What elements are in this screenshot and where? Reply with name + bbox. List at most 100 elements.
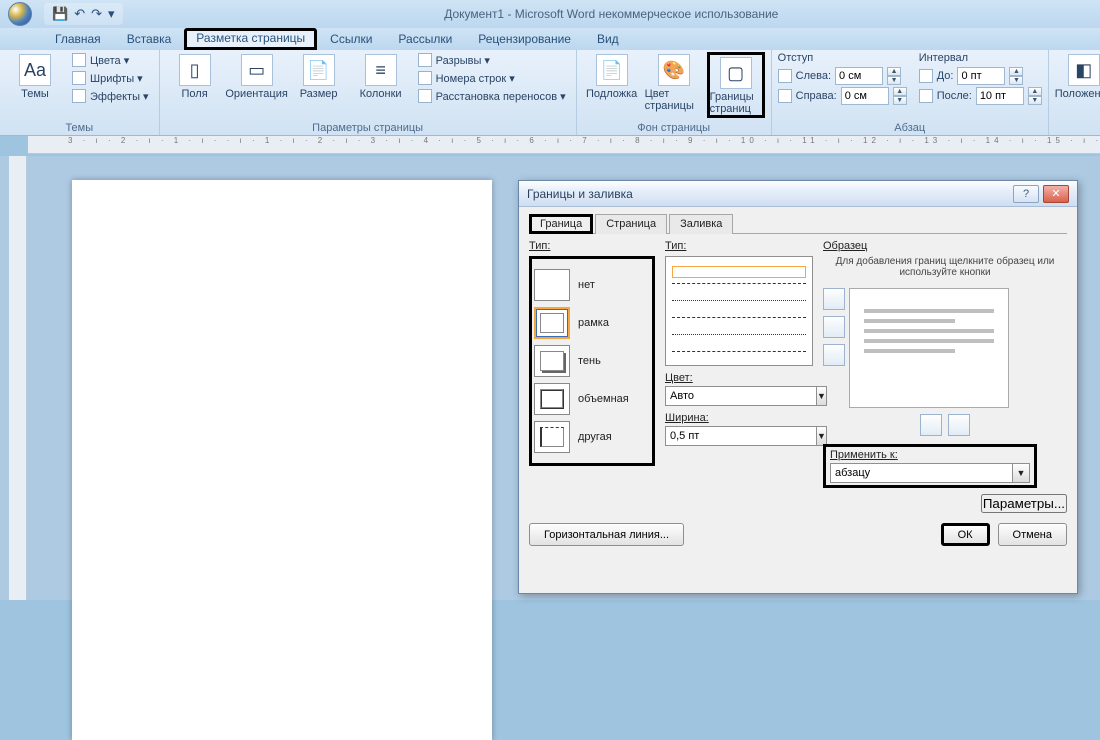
tab-review[interactable]: Рецензирование (465, 28, 584, 50)
office-button[interactable] (0, 0, 40, 28)
border-width-combo[interactable]: ▼ (665, 426, 813, 446)
indent-right-input[interactable] (841, 87, 889, 105)
ok-button[interactable]: ОК (941, 523, 990, 546)
borders-dialog: Границы и заливка ? ✕ Граница Страница З… (518, 180, 1078, 594)
border-color-combo[interactable]: ▼ (665, 386, 813, 406)
type-none[interactable]: нет (534, 269, 650, 301)
spacing-before-spinner[interactable]: ▲▼ (1009, 67, 1023, 85)
breaks-button[interactable]: Разрывы ▾ (414, 52, 570, 68)
tab-shading[interactable]: Заливка (669, 214, 733, 234)
dialog-titlebar[interactable]: Границы и заливка ? ✕ (519, 181, 1077, 207)
tab-view[interactable]: Вид (584, 28, 632, 50)
cancel-button[interactable]: Отмена (998, 523, 1067, 546)
titlebar: 💾 ↶ ↷ ▾ Документ1 - Microsoft Word неком… (0, 0, 1100, 28)
line-num-icon (418, 71, 432, 85)
indent-right-spinner[interactable]: ▲▼ (893, 87, 907, 105)
document-page[interactable] (72, 180, 492, 740)
theme-fonts[interactable]: Шрифты ▾ (68, 70, 153, 86)
redo-icon[interactable]: ↷ (91, 6, 102, 22)
tab-references[interactable]: Ссылки (317, 28, 385, 50)
dialog-title: Границы и заливка (527, 187, 633, 201)
ribbon-tabs: Главная Вставка Разметка страницы Ссылки… (0, 28, 1100, 50)
page-borders-icon: ▢ (720, 57, 752, 89)
chevron-down-icon[interactable]: ▼ (1013, 463, 1030, 483)
font-icon (72, 71, 86, 85)
tab-mailings[interactable]: Рассылки (385, 28, 465, 50)
orientation-button[interactable]: ▭Ориентация (228, 52, 286, 100)
indent-left-spinner[interactable]: ▲▼ (887, 67, 901, 85)
close-button[interactable]: ✕ (1043, 185, 1069, 203)
ruler-horizontal[interactable]: 3 · ı · 2 · ı · 1 · ı · · ı · 1 · ı · 2 … (28, 136, 1100, 154)
tab-border[interactable]: Граница (529, 214, 593, 234)
border-top-toggle[interactable] (823, 288, 845, 310)
qat-dropdown-icon[interactable]: ▾ (108, 6, 115, 22)
size-button[interactable]: 📄Размер (290, 52, 348, 100)
margins-icon: ▯ (179, 54, 211, 86)
group-page-background: 📄Подложка 🎨Цвет страницы ▢Границы страни… (577, 50, 772, 135)
columns-button[interactable]: ≡Колонки (352, 52, 410, 100)
page-color-icon: 🎨 (658, 54, 690, 86)
themes-icon: Aa (19, 54, 51, 86)
ribbon: Aa Темы Цвета ▾ Шрифты ▾ Эффекты ▾ Темы … (0, 50, 1100, 136)
indent-left-input[interactable] (835, 67, 883, 85)
line-numbers-button[interactable]: Номера строк ▾ (414, 70, 570, 86)
theme-effects[interactable]: Эффекты ▾ (68, 88, 153, 104)
orientation-icon: ▭ (241, 54, 273, 86)
indent-right: Справа: ▲▼ (778, 87, 907, 105)
options-button[interactable]: Параметры... (981, 494, 1067, 513)
spacing-before: До: ▲▼ (919, 67, 1042, 85)
size-icon: 📄 (303, 54, 335, 86)
border-type-list: нет рамка тень объемная другая (529, 256, 655, 466)
apply-to-combo[interactable]: ▼ (830, 463, 1030, 483)
ruler-vertical[interactable] (9, 156, 27, 600)
themes-button[interactable]: Aa Темы (6, 52, 64, 100)
hyphen-icon (418, 89, 432, 103)
border-right-toggle[interactable] (948, 414, 970, 436)
preview-hint: Для добавления границ щелкните образец и… (823, 256, 1067, 278)
window-title: Документ1 - Microsoft Word некоммерческо… (123, 7, 1100, 21)
help-button[interactable]: ? (1013, 185, 1039, 203)
hyphenation-button[interactable]: Расстановка переносов ▾ (414, 88, 570, 104)
group-paragraph: Отступ Слева: ▲▼ Справа: ▲▼ Интервал (772, 50, 1049, 135)
spacing-after-input[interactable] (976, 87, 1024, 105)
effects-icon (72, 89, 86, 103)
dialog-tabs: Граница Страница Заливка (529, 213, 1067, 234)
type-custom[interactable]: другая (534, 421, 650, 453)
type-shadow[interactable]: тень (534, 345, 650, 377)
watermark-icon: 📄 (596, 54, 628, 86)
columns-icon: ≡ (365, 54, 397, 86)
type-box[interactable]: рамка (534, 307, 650, 339)
undo-icon[interactable]: ↶ (74, 6, 85, 22)
group-arrange: ◧Положение (1049, 50, 1100, 135)
save-icon[interactable]: 💾 (52, 6, 68, 22)
page-color-button[interactable]: 🎨Цвет страницы (645, 52, 703, 112)
border-bottom-toggle[interactable] (823, 344, 845, 366)
tab-page-border[interactable]: Страница (595, 214, 667, 234)
spacing-after-spinner[interactable]: ▲▼ (1028, 87, 1042, 105)
breaks-icon (418, 53, 432, 67)
border-style-list[interactable] (665, 256, 813, 366)
page-borders-button[interactable]: ▢Границы страниц (707, 52, 765, 118)
position-icon: ◧ (1068, 54, 1100, 86)
position-button[interactable]: ◧Положение (1055, 52, 1100, 100)
spacing-before-icon (919, 69, 933, 83)
watermark-button[interactable]: 📄Подложка (583, 52, 641, 100)
margins-button[interactable]: ▯Поля (166, 52, 224, 100)
spacing-before-input[interactable] (957, 67, 1005, 85)
border-left-toggle[interactable] (920, 414, 942, 436)
tab-insert[interactable]: Вставка (114, 28, 185, 50)
apply-to-label: Применить к: (830, 449, 1030, 461)
border-hmiddle-toggle[interactable] (823, 316, 845, 338)
quick-access-toolbar: 💾 ↶ ↷ ▾ (44, 3, 123, 25)
preview-box[interactable] (849, 288, 1009, 408)
spacing-after: После: ▲▼ (919, 87, 1042, 105)
spacing-after-icon (919, 89, 933, 103)
group-themes: Aa Темы Цвета ▾ Шрифты ▾ Эффекты ▾ Темы (0, 50, 160, 135)
palette-icon (72, 53, 86, 67)
type-3d[interactable]: объемная (534, 383, 650, 415)
tab-page-layout[interactable]: Разметка страницы (184, 28, 317, 50)
horizontal-line-button[interactable]: Горизонтальная линия... (529, 523, 684, 546)
theme-colors[interactable]: Цвета ▾ (68, 52, 153, 68)
indent-left: Слева: ▲▼ (778, 67, 907, 85)
tab-home[interactable]: Главная (42, 28, 114, 50)
